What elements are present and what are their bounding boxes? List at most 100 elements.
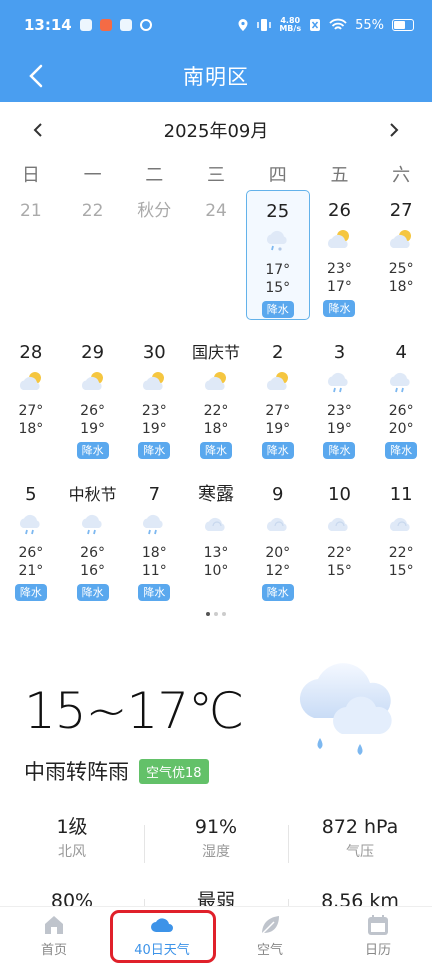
low-temp: 19°: [141, 421, 167, 437]
sync-app-icon: [139, 19, 152, 31]
day-label: 7: [148, 484, 161, 505]
calendar-day[interactable]: 4 26° 20° 降水: [370, 332, 432, 474]
high-temp: 22°: [203, 403, 229, 419]
cloudy-icon: [201, 512, 231, 536]
calendar-day[interactable]: 9 20° 12° 降水: [247, 474, 309, 616]
low-temp: 19°: [327, 421, 352, 437]
calendar-day[interactable]: 10 22° 15°: [309, 474, 371, 616]
rain-icon: [139, 512, 169, 536]
calendar-day[interactable]: 中秋节 26° 16° 降水: [62, 474, 124, 616]
tab-label: 日历: [364, 942, 391, 958]
month-label: 2025年09月: [163, 121, 269, 142]
calendar-day[interactable]: 5 26° 21° 降水: [0, 474, 62, 616]
calendar-day[interactable]: 秋分: [123, 190, 185, 332]
calendar-day[interactable]: 11 22° 15°: [370, 474, 432, 616]
rain-icon: [386, 370, 416, 394]
rain-badge: 降水: [76, 584, 109, 601]
weekday-label: 三: [207, 165, 226, 186]
high-temp: 26°: [80, 545, 105, 561]
tab-home[interactable]: 首页: [0, 907, 108, 964]
tab-air[interactable]: 空气: [216, 907, 324, 964]
calendar-day[interactable]: 29 26° 19° 降水: [62, 332, 124, 474]
day-label: 中秋节: [68, 485, 117, 504]
day-label: 22: [81, 201, 104, 221]
low-temp: 12°: [265, 563, 291, 579]
calendar-day[interactable]: 22: [62, 190, 124, 332]
weekday-label: 六: [392, 165, 411, 186]
leaf-icon: [261, 915, 279, 935]
calendar-day[interactable]: 24: [185, 190, 247, 332]
calendar-day[interactable]: 30 23° 19° 降水: [123, 332, 185, 474]
rain-badge: 降水: [261, 584, 294, 601]
day-label: 寒露: [198, 484, 235, 505]
day-label: 2: [272, 342, 284, 363]
low-temp: 19°: [265, 421, 291, 437]
aqi-badge[interactable]: 空气优18: [139, 758, 209, 784]
cloudy-icon: [324, 512, 354, 536]
high-temp: 23°: [327, 403, 352, 419]
low-temp: 17°: [327, 279, 352, 295]
calendar-day[interactable]: 28 27° 18°: [0, 332, 62, 474]
calendar-day[interactable]: 寒露 13° 10°: [185, 474, 247, 616]
page-title: 南明区: [183, 65, 249, 89]
calendar-day[interactable]: 7 18° 11° 降水: [123, 474, 185, 616]
high-temp: 23°: [327, 261, 352, 277]
calendar-day[interactable]: 26 23° 17° 降水: [309, 190, 371, 332]
rain-badge: 降水: [323, 300, 356, 317]
calendar-app-icon: [119, 19, 132, 31]
day-label: 26: [328, 200, 351, 221]
chevron-right-icon: [390, 123, 399, 137]
high-temp: 25°: [388, 261, 414, 277]
day-label: 21: [20, 201, 42, 221]
sim-icon: [310, 19, 321, 31]
high-temp: 27°: [265, 403, 291, 419]
wind-stat: 1级 北风: [56, 816, 88, 860]
highlight-annotation: [110, 910, 216, 963]
day-label: 10: [328, 484, 351, 505]
prev-month-button[interactable]: [24, 116, 52, 144]
month-selector: 2025年09月: [0, 102, 432, 158]
message-app-icon: [79, 19, 92, 31]
day-label: 3: [333, 342, 346, 363]
day-label: 5: [25, 484, 37, 505]
low-temp: 18°: [203, 421, 229, 437]
rain-badge: 降水: [261, 301, 294, 318]
calendar-day[interactable]: 27 25° 18°: [370, 190, 432, 332]
tab-label: 首页: [40, 942, 67, 958]
today-summary: 15~17℃ 中雨转阵雨 空气优18: [0, 616, 432, 846]
battery-text: 55%: [355, 17, 384, 33]
back-button[interactable]: [18, 58, 54, 94]
low-temp: 18°: [388, 279, 414, 295]
day-label: 24: [205, 201, 227, 221]
tab-calendar[interactable]: 日历: [324, 907, 432, 964]
low-temp: 18°: [18, 421, 44, 437]
calendar-day[interactable]: 国庆节 22° 18° 降水: [185, 332, 247, 474]
rain-badge: 降水: [385, 442, 418, 459]
weekday-label: 五: [330, 165, 349, 186]
day-label: 27: [389, 200, 413, 221]
rain-snow-icon: [263, 229, 293, 253]
high-temp: 27°: [18, 403, 44, 419]
network-speed: 4.80 MB/s: [279, 16, 302, 33]
rain-icon: [78, 512, 108, 536]
chevron-left-icon: [33, 123, 42, 137]
next-month-button[interactable]: [380, 116, 408, 144]
high-temp: 26°: [388, 403, 414, 419]
vibrate-icon: [257, 19, 272, 31]
low-temp: 10°: [203, 563, 229, 579]
calendar-day[interactable]: 2 27° 19° 降水: [247, 332, 309, 474]
calendar-day[interactable]: 3 23° 19° 降水: [309, 332, 371, 474]
partly-cloudy-icon: [263, 370, 293, 394]
low-temp: 19°: [80, 421, 105, 437]
nav-bar: 南明区: [0, 50, 432, 102]
rain-badge: 降水: [76, 442, 109, 459]
calendar-day-selected[interactable]: 25 17° 15° 降水: [245, 190, 310, 320]
tab-label: 空气: [256, 942, 283, 958]
high-temp: 23°: [141, 403, 167, 419]
high-temp: 22°: [388, 545, 414, 561]
low-temp: 15°: [388, 563, 414, 579]
moderate-rain-icon: [299, 663, 392, 755]
calendar-week-row: 5 26° 21° 降水 中秋节 26° 16° 降水 7 18° 11° 降水 寒露 13° 10° 9 20…: [0, 474, 432, 616]
calendar-day[interactable]: 21: [0, 190, 62, 332]
day-label: 11: [389, 484, 413, 505]
